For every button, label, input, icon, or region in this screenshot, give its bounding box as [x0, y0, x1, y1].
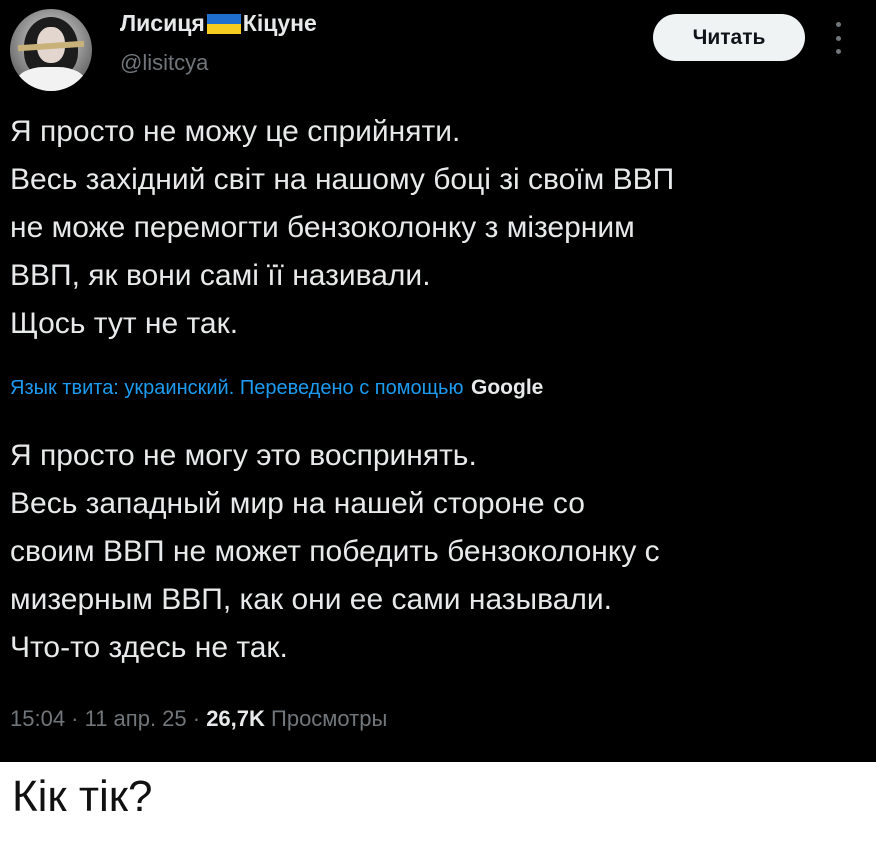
tweet-card: Лисиця Кіцуне @lisitcya Читать Я просто … — [0, 0, 876, 762]
ukraine-flag-icon — [206, 13, 241, 34]
translation-note-text[interactable]: Язык твита: украинский. Переведено с пом… — [10, 377, 463, 399]
follow-button[interactable]: Читать — [653, 14, 805, 61]
caption-text: Кік тік? — [12, 772, 153, 821]
author-handle[interactable]: @lisitcya — [120, 50, 208, 76]
author-name[interactable]: Лисиця Кіцуне — [120, 10, 317, 37]
original-line: Щось тут не так. — [10, 307, 239, 340]
views-label: Просмотры — [264, 706, 388, 731]
translated-line: своим ВВП не может победить бензоколонку… — [10, 535, 660, 568]
tweet-original-text: Я просто не можу це сприйняти. Весь захі… — [10, 108, 674, 348]
views-count: 26,7K — [206, 706, 265, 731]
tweet-meta: 15:04 · 11 апр. 25 · 26,7K Просмотры — [10, 706, 387, 732]
original-line: Я просто не можу це сприйняти. — [10, 115, 461, 148]
translated-line: Что-то здесь не так. — [10, 631, 288, 664]
original-line: Весь західний світ на нашому боці зі сво… — [10, 163, 675, 196]
author-name-part1[interactable]: Лисиця — [120, 10, 205, 37]
translation-note[interactable]: Язык твита: украинский. Переведено с пом… — [10, 376, 543, 400]
author-name-part2[interactable]: Кіцуне — [243, 10, 317, 37]
tweet-translated-text: Я просто не могу это воспринять. Весь за… — [10, 432, 660, 672]
translated-line: Я просто не могу это воспринять. — [10, 439, 477, 472]
original-line: ВВП, як вони самі її називали. — [10, 259, 431, 292]
translated-line: мизерным ВВП, как они ее сами называли. — [10, 583, 613, 616]
tweet-timestamp[interactable]: 15:04 · 11 апр. 25 · — [10, 706, 206, 731]
avatar[interactable] — [10, 9, 92, 91]
vertical-ellipsis-icon[interactable] — [828, 22, 848, 54]
original-line: не може перемогти бензоколонку з мізерни… — [10, 211, 635, 244]
google-logo: Google — [471, 376, 544, 399]
translated-line: Весь западный мир на нашей стороне со — [10, 487, 585, 520]
